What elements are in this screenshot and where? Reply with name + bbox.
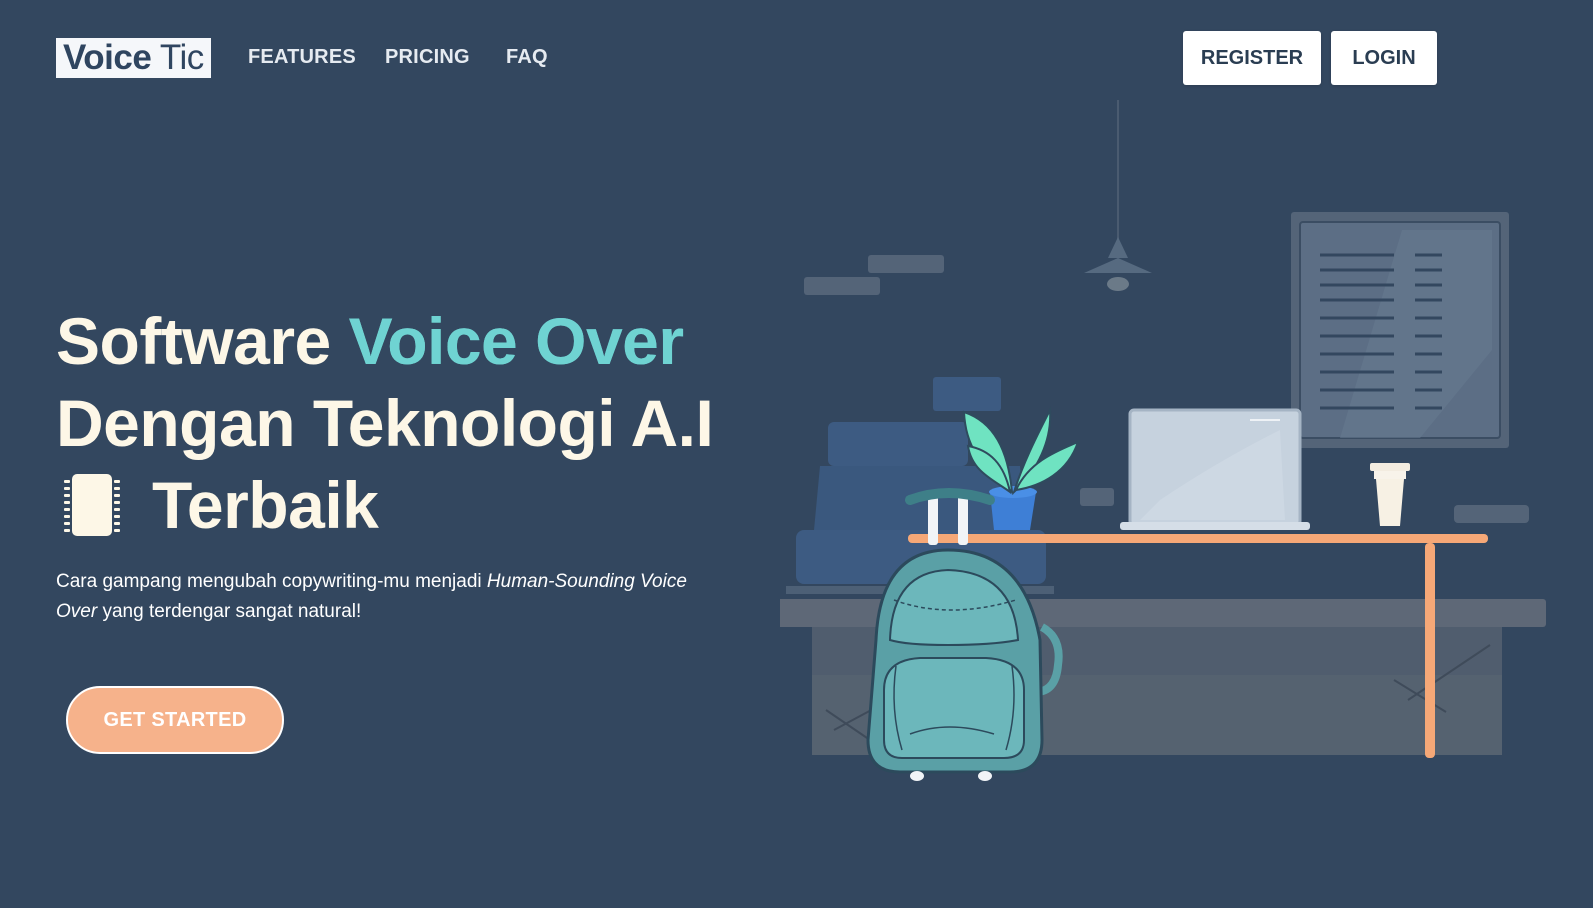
- get-started-button[interactable]: GET STARTED: [66, 686, 284, 754]
- desk-workspace-illustration: [772, 100, 1570, 800]
- hero-title-part2: Dengan Teknologi A.I: [56, 386, 714, 460]
- login-button[interactable]: LOGIN: [1331, 31, 1437, 85]
- hero-subtitle: Cara gampang mengubah copywriting-mu men…: [56, 567, 716, 627]
- notebook-icon: [56, 470, 126, 540]
- nav-link-faq[interactable]: FAQ: [506, 46, 548, 69]
- nav-link-features[interactable]: FEATURES: [248, 46, 356, 69]
- nav-link-pricing[interactable]: PRICING: [385, 46, 470, 69]
- hero-title-accent: Voice Over: [348, 304, 684, 378]
- logo[interactable]: Voice Tic: [56, 38, 211, 78]
- landing-page: Voice Tic FEATURES PRICING FAQ REGISTER …: [0, 0, 1593, 908]
- logo-light-text: Tic: [151, 38, 204, 77]
- register-button[interactable]: REGISTER: [1183, 31, 1321, 85]
- hero-title-part1: Software: [56, 304, 349, 378]
- hero-subtitle-part2: yang terdengar sangat natural!: [97, 601, 362, 622]
- hero-subtitle-part1: Cara gampang mengubah copywriting-mu men…: [56, 571, 487, 592]
- logo-bold-text: Voice: [63, 38, 152, 77]
- hero-title-part3: Terbaik: [152, 468, 379, 542]
- hero-title: Software Voice Over Dengan Teknologi A.I: [56, 300, 746, 546]
